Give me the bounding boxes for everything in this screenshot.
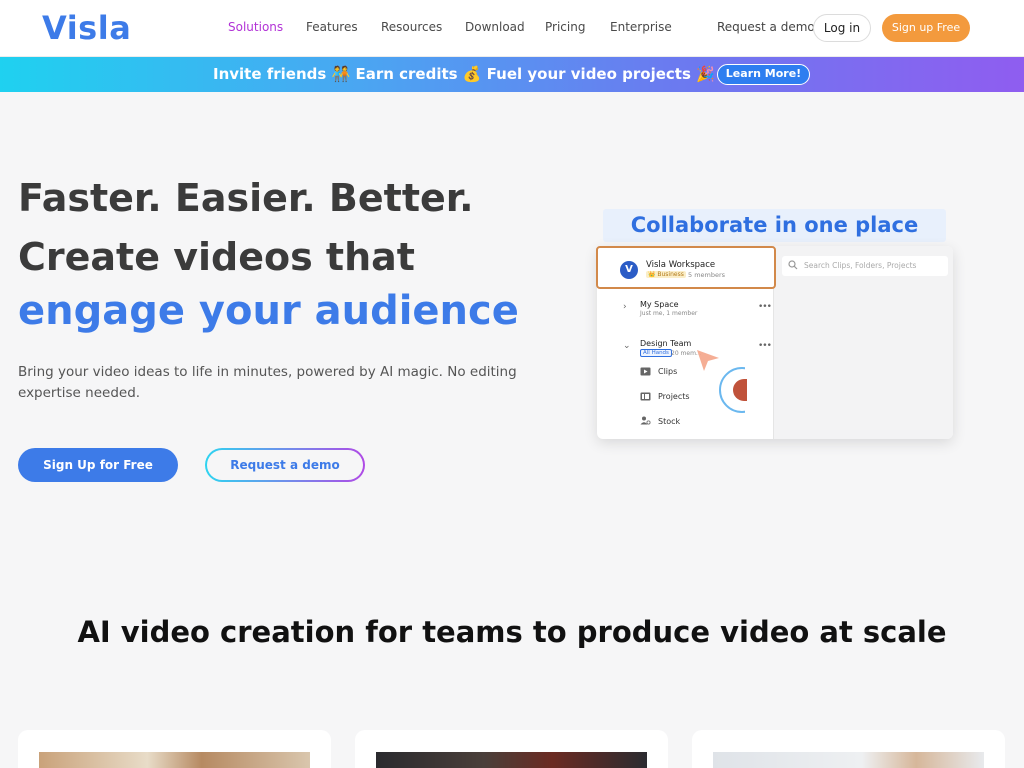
card-image xyxy=(39,752,310,768)
feature-card[interactable] xyxy=(18,730,331,768)
workspace-name: Visla Workspace xyxy=(646,260,716,270)
search-placeholder: Search Clips, Folders, Projects xyxy=(804,261,917,270)
banner-text: Invite friends 🧑‍🤝‍🧑 Earn credits 💰 Fuel… xyxy=(213,65,715,83)
workspace-logo-icon: V xyxy=(620,261,638,279)
chevron-down-icon[interactable]: ⌄ xyxy=(623,341,631,351)
learn-more-button[interactable]: Learn More! xyxy=(717,64,810,85)
design-team-title[interactable]: Design Team xyxy=(640,339,691,348)
workspace-selector[interactable]: V Visla Workspace 👑 Business 5 members xyxy=(596,246,776,289)
chevron-right-icon[interactable]: › xyxy=(623,302,627,312)
stock-icon xyxy=(640,416,651,425)
request-demo-link[interactable]: Request a demo xyxy=(717,20,815,34)
nav-link-download[interactable]: Download xyxy=(465,20,525,34)
hero-heading-highlight: engage your audience xyxy=(18,288,519,334)
search-icon xyxy=(788,260,798,270)
section-title: AI video creation for teams to produce v… xyxy=(77,615,947,649)
stock-item[interactable]: Stock xyxy=(658,417,680,426)
card-image xyxy=(713,752,984,768)
nav-link-pricing[interactable]: Pricing xyxy=(545,20,585,34)
feature-card[interactable] xyxy=(692,730,1005,768)
collab-title: Collaborate in one place xyxy=(603,209,946,242)
nav-link-features[interactable]: Features xyxy=(306,20,358,34)
request-demo-button[interactable]: Request a demo xyxy=(205,448,365,482)
card-image xyxy=(376,752,647,768)
cursor-arrow-icon xyxy=(697,350,719,371)
promo-banner: Invite friends 🧑‍🤝‍🧑 Earn credits 💰 Fuel… xyxy=(0,57,1024,92)
workspace-members: 5 members xyxy=(688,271,726,279)
clips-item[interactable]: Clips xyxy=(658,367,677,376)
content-pane: Search Clips, Folders, Projects xyxy=(773,246,953,439)
projects-item[interactable]: Projects xyxy=(658,392,690,401)
signup-button[interactable]: Sign up Free xyxy=(882,14,970,42)
business-badge: 👑 Business xyxy=(646,271,686,278)
login-button[interactable]: Log in xyxy=(813,14,871,42)
hero-heading-line2: Create videos that xyxy=(18,235,415,279)
projects-icon xyxy=(640,392,651,401)
top-navbar: Visla Solutions Features Resources Downl… xyxy=(0,0,1024,57)
all-hands-tag: All Hands xyxy=(640,349,672,357)
search-input[interactable]: Search Clips, Folders, Projects xyxy=(782,256,948,276)
feature-card[interactable] xyxy=(355,730,668,768)
my-space-sub: Just me, 1 member xyxy=(640,310,698,317)
nav-link-solutions[interactable]: Solutions xyxy=(228,20,283,34)
nav-link-resources[interactable]: Resources xyxy=(381,20,442,34)
nav-link-enterprise[interactable]: Enterprise xyxy=(610,20,672,34)
clips-icon xyxy=(640,367,651,376)
visla-logo[interactable]: Visla xyxy=(42,9,131,47)
hero-heading-line1: Faster. Easier. Better. xyxy=(18,176,474,220)
more-icon[interactable]: ••• xyxy=(758,341,772,351)
more-icon[interactable]: ••• xyxy=(758,302,772,312)
hero-subtitle: Bring your video ideas to life in minute… xyxy=(18,364,517,401)
my-space-title[interactable]: My Space xyxy=(640,300,679,309)
signup-free-button[interactable]: Sign Up for Free xyxy=(18,448,178,482)
avatar-mask xyxy=(745,362,771,422)
